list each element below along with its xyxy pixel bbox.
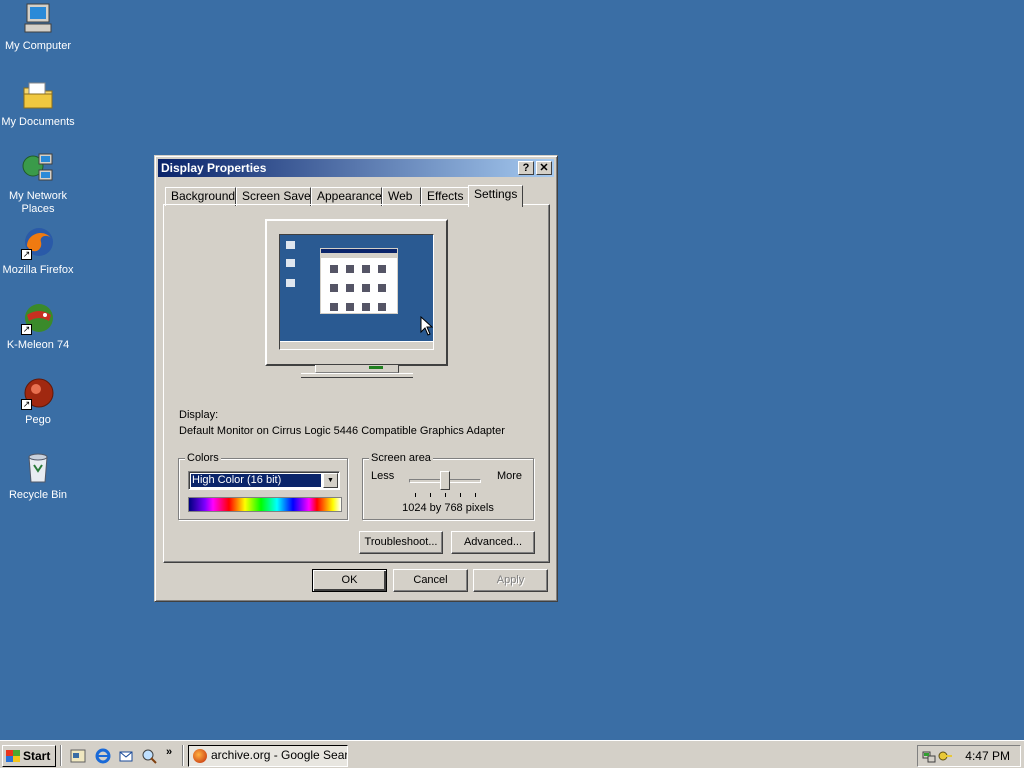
preview-taskbar [280, 341, 433, 349]
less-label: Less [371, 470, 395, 482]
outlook-express-icon[interactable] [118, 748, 134, 764]
desktop-icon-label: Recycle Bin [8, 489, 68, 501]
shortcut-arrow-icon: ↗ [21, 249, 32, 260]
slider-tick [460, 493, 461, 497]
show-desktop-icon[interactable] [70, 748, 86, 764]
quick-launch-more-icon[interactable]: » [166, 746, 172, 758]
taskbar-button-archive-search[interactable]: archive.org - Google Searc... [188, 745, 348, 767]
network-places-icon [21, 152, 55, 186]
security-key-icon[interactable] [938, 749, 952, 763]
browser-icon [193, 749, 207, 763]
slider-tick [445, 493, 446, 497]
monitor-base [301, 373, 413, 378]
desktop-icon-label: Mozilla Firefox [2, 264, 74, 276]
close-button[interactable]: ✕ [536, 161, 552, 175]
desktop-icon-label: Pego [25, 414, 51, 426]
display-label: Display: [179, 409, 219, 421]
start-label: Start [23, 749, 51, 763]
advanced-button[interactable]: Advanced... [451, 531, 535, 554]
colors-selected-value: High Color (16 bit) [190, 473, 322, 488]
taskbar-separator [182, 745, 184, 766]
desktop-icon-recycle-bin[interactable]: Recycle Bin [0, 451, 76, 502]
desktop-icon-my-network-places[interactable]: My Network Places [0, 152, 76, 216]
screen-area-legend: Screen area [369, 452, 433, 464]
preview-desktop-icon [286, 279, 295, 287]
taskbar: Start » archive.org - Google Searc... 4:… [0, 740, 1024, 768]
desktop-icon-label: My Computer [4, 40, 72, 52]
clock[interactable]: 4:47 PM [965, 749, 1010, 763]
network-connection-icon[interactable] [922, 749, 936, 763]
taskbar-separator [60, 745, 62, 766]
monitor-preview [265, 219, 448, 366]
colors-select[interactable]: High Color (16 bit) ▼ [188, 471, 340, 490]
search-icon[interactable] [141, 748, 157, 764]
pego-icon: ↗ [21, 376, 55, 410]
window-title: Display Properties [161, 161, 267, 175]
task-button-label: archive.org - Google Searc... [211, 748, 348, 762]
colors-legend: Colors [185, 452, 221, 464]
desktop-icon-label: My Documents [1, 116, 75, 128]
display-adapter-value: Default Monitor on Cirrus Logic 5446 Com… [179, 425, 505, 437]
preview-desktop-icon [286, 259, 295, 267]
preview-desktop-icon [286, 241, 295, 249]
start-button[interactable]: Start [2, 745, 56, 767]
apply-button[interactable]: Apply [473, 569, 548, 592]
mouse-cursor-icon [420, 316, 433, 336]
recycle-bin-icon [21, 451, 55, 485]
troubleshoot-button[interactable]: Troubleshoot... [359, 531, 443, 554]
windows-logo-icon [6, 750, 20, 762]
preview-window [320, 248, 398, 314]
my-computer-icon [21, 2, 55, 36]
power-light [369, 366, 383, 369]
slider-tick [415, 493, 416, 497]
resolution-readout: 1024 by 768 pixels [402, 502, 494, 514]
desktop-icon-my-documents[interactable]: My Documents [0, 78, 76, 129]
screen-area-slider-thumb[interactable] [440, 471, 450, 490]
desktop-icon-label: My Network Places [8, 190, 68, 215]
desktop-icon-mozilla-firefox[interactable]: ↗ Mozilla Firefox [0, 226, 76, 277]
ok-button[interactable]: OK [312, 569, 387, 592]
system-tray: 4:47 PM [917, 745, 1021, 767]
k-meleon-icon: ↗ [21, 301, 55, 335]
title-bar[interactable]: Display Properties ? ✕ [158, 159, 554, 177]
tab-settings[interactable]: Settings [468, 185, 523, 207]
desktop-icon-pego[interactable]: ↗ Pego [0, 376, 76, 427]
slider-tick [430, 493, 431, 497]
chevron-down-icon[interactable]: ▼ [323, 473, 338, 488]
settings-tab-panel: Display: Default Monitor on Cirrus Logic… [163, 204, 550, 563]
monitor-preview-screen [279, 234, 434, 350]
desktop-icon-k-meleon[interactable]: ↗ K-Meleon 74 [0, 301, 76, 352]
internet-explorer-icon[interactable] [95, 748, 111, 764]
color-spectrum-preview [188, 497, 342, 512]
help-button[interactable]: ? [518, 161, 534, 175]
desktop-icon-label: K-Meleon 74 [6, 339, 70, 351]
display-properties-window: Display Properties ? ✕ Background Screen… [154, 155, 558, 602]
monitor-stand [315, 365, 399, 373]
shortcut-arrow-icon: ↗ [21, 399, 32, 410]
slider-tick [475, 493, 476, 497]
desktop-icon-my-computer[interactable]: My Computer [0, 2, 76, 53]
my-documents-icon [21, 78, 55, 112]
more-label: More [496, 470, 522, 482]
colors-group: Colors High Color (16 bit) ▼ [178, 452, 348, 520]
screen-area-group: Screen area Less More 1024 by 768 pixels [362, 452, 534, 520]
firefox-icon: ↗ [21, 226, 55, 260]
cancel-button[interactable]: Cancel [393, 569, 468, 592]
shortcut-arrow-icon: ↗ [21, 324, 32, 335]
